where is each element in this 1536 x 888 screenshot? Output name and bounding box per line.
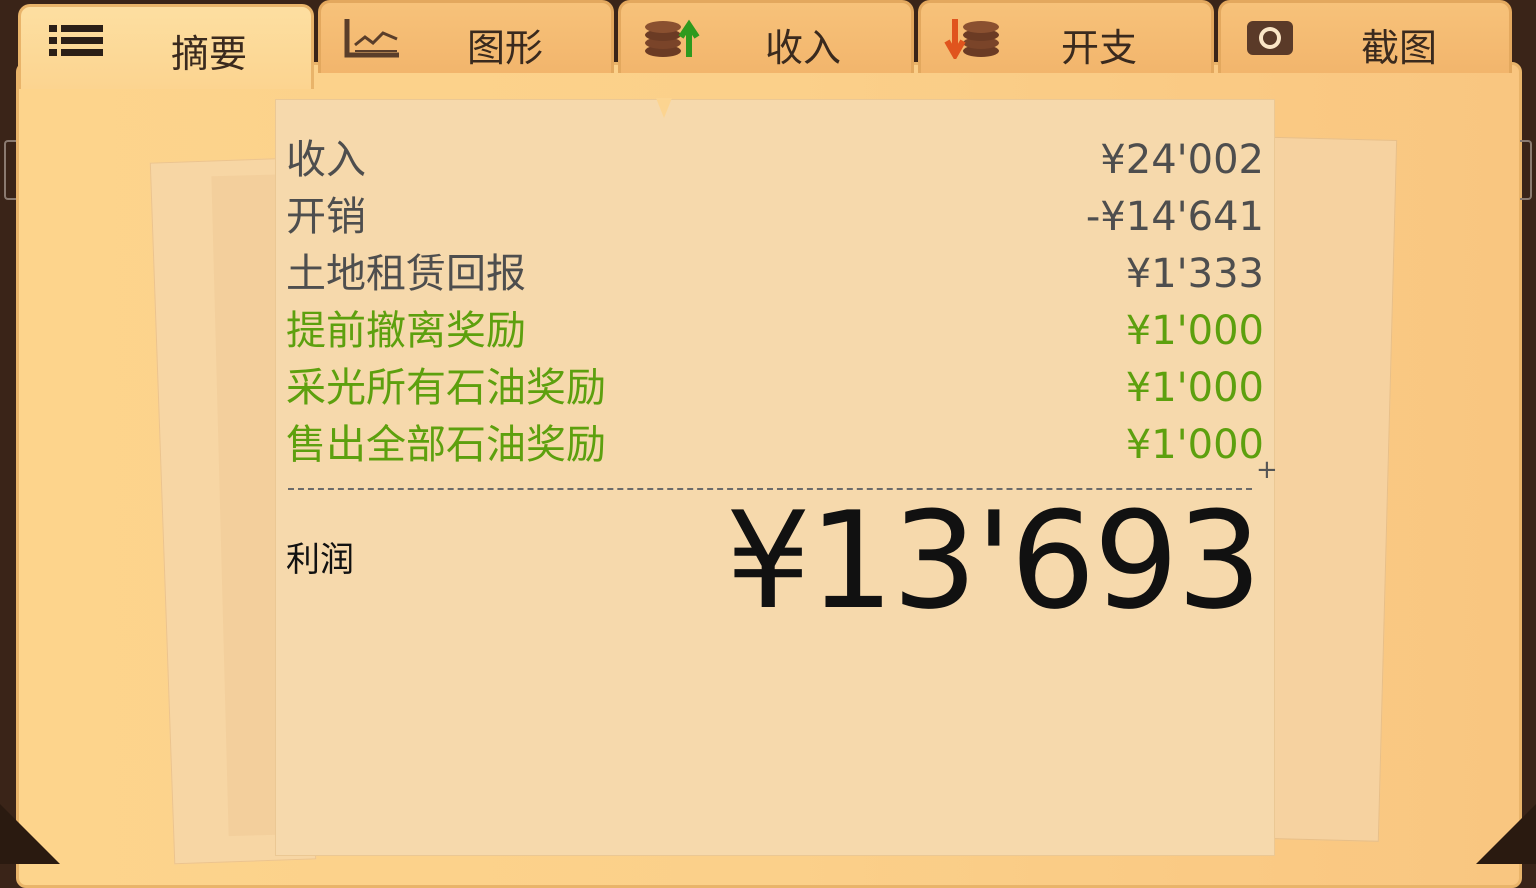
- row-value: ¥1'000: [1125, 308, 1264, 354]
- summary-row-early-exit-bonus: 提前撤离奖励 ¥1'000: [286, 303, 1264, 359]
- tab-label: 摘要: [171, 32, 248, 76]
- row-value: ¥1'000: [1125, 422, 1264, 468]
- tab-summary[interactable]: 摘要: [18, 4, 314, 89]
- frame-corner: [0, 804, 60, 864]
- summary-row-land-lease: 土地租赁回报 ¥1'333: [286, 246, 1264, 302]
- list-icon: [49, 25, 103, 56]
- row-value: ¥1'000: [1125, 365, 1264, 411]
- tab-label: 图形: [467, 26, 544, 70]
- row-label: 售出全部石油奖励: [286, 422, 606, 468]
- frame-corner: [1476, 804, 1536, 864]
- row-value: ¥1'333: [1125, 251, 1264, 297]
- row-label: 土地租赁回报: [286, 251, 526, 297]
- tab-label: 截图: [1361, 26, 1438, 70]
- side-handle-right: [1520, 140, 1532, 200]
- paper-notch: [656, 98, 672, 118]
- tab-expenses[interactable]: 开支: [918, 0, 1214, 73]
- coins-up-icon: [645, 19, 700, 57]
- tab-graph[interactable]: 图形: [318, 0, 614, 73]
- sum-plus-sign: +: [1256, 455, 1278, 485]
- row-value: -¥14'641: [1085, 194, 1264, 240]
- profit-label: 利润: [286, 540, 354, 580]
- summary-sheet: 收入 ¥24'002 开销 -¥14'641 土地租赁回报 ¥1'333 提前撤…: [276, 98, 1278, 855]
- tab-income[interactable]: 收入: [618, 0, 914, 73]
- tab-label: 收入: [765, 26, 842, 70]
- summary-row-sell-all-oil-bonus: 售出全部石油奖励 ¥1'000: [286, 417, 1264, 473]
- graph-icon: [344, 19, 399, 58]
- profit-value: ¥13'693: [725, 483, 1262, 639]
- tab-screenshot[interactable]: 截图: [1218, 0, 1512, 73]
- row-value: ¥24'002: [1100, 137, 1264, 183]
- row-label: 开销: [286, 194, 366, 240]
- summary-row-extract-all-oil-bonus: 采光所有石油奖励 ¥1'000: [286, 360, 1264, 416]
- summary-row-income: 收入 ¥24'002: [286, 132, 1264, 188]
- row-label: 收入: [286, 137, 366, 183]
- summary-row-expenses: 开销 -¥14'641: [286, 189, 1264, 245]
- row-label: 提前撤离奖励: [286, 308, 526, 354]
- coins-down-icon: [944, 19, 999, 59]
- side-handle-left: [4, 140, 16, 200]
- camera-icon: [1247, 21, 1293, 55]
- tab-label: 开支: [1061, 26, 1138, 70]
- row-label: 采光所有石油奖励: [286, 365, 606, 411]
